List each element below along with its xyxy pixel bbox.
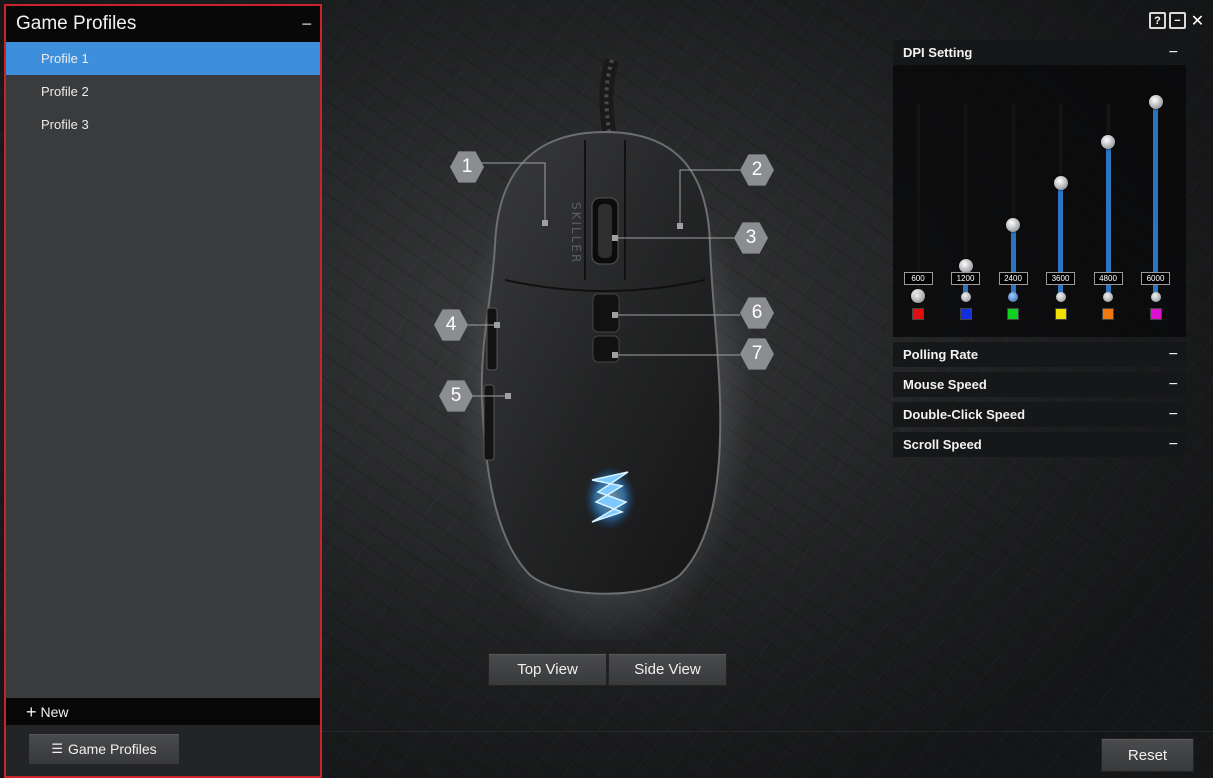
dpi-slider-knob-5[interactable] [1101, 134, 1115, 149]
collapse-icon: − [1168, 435, 1178, 453]
dpi-slider-fill [1153, 102, 1158, 300]
game-profiles-button[interactable]: ☰ Game Profiles [28, 733, 180, 765]
profile-item-1[interactable]: Profile 1 [6, 42, 320, 75]
mouse-illustration: SKILLER [455, 57, 755, 640]
minimize-icon[interactable]: − [1169, 12, 1186, 29]
game-profiles-header: Game Profiles − [6, 6, 320, 42]
dpi-color-swatch-1[interactable] [912, 308, 924, 320]
profile-item-2[interactable]: Profile 2 [6, 75, 320, 108]
double-click-speed-title: Double-Click Speed [903, 407, 1026, 422]
collapse-icon: − [1168, 43, 1178, 61]
dpi-slider-fill [1010, 224, 1016, 300]
new-profile-button[interactable]: + New [6, 698, 320, 725]
dpi-slider-track-4[interactable] [1058, 102, 1063, 300]
game-profiles-panel: Game Profiles − Profile 1 Profile 2 Prof… [4, 4, 322, 778]
bottom-divider [322, 731, 1213, 732]
dpi-radio-5[interactable] [1103, 292, 1113, 302]
dpi-slider-knob-6[interactable] [1148, 95, 1163, 109]
mouse-view: SKILLER 1 2 3 4 5 6 7 [330, 40, 870, 640]
plus-icon: + [26, 701, 37, 722]
dpi-sliders: 600 1200 2400 3600 4800 6000 [893, 65, 1186, 337]
profile-item-3[interactable]: Profile 3 [6, 108, 320, 141]
dpi-radio-1[interactable] [913, 292, 923, 302]
collapse-icon: − [1168, 405, 1178, 423]
dpi-value-6: 6000 [1141, 272, 1170, 285]
scroll-speed-title: Scroll Speed [903, 437, 982, 452]
profile-list: Profile 1 Profile 2 Profile 3 [6, 42, 320, 141]
help-icon[interactable]: ? [1149, 12, 1166, 29]
reset-button[interactable]: Reset [1101, 738, 1194, 772]
panel-title: Game Profiles [16, 13, 137, 34]
dpi-value-5: 4800 [1093, 272, 1123, 285]
dpi-value-4: 3600 [1046, 272, 1075, 285]
dpi-color-swatch-6[interactable] [1149, 308, 1162, 320]
double-click-speed-header[interactable]: Double-Click Speed − [893, 402, 1186, 427]
mouse-speed-section: Mouse Speed − [893, 372, 1186, 397]
top-view-button[interactable]: Top View [488, 653, 607, 686]
dpi-color-swatch-2[interactable] [959, 308, 972, 320]
dpi-slider-track-3[interactable] [1010, 102, 1016, 300]
polling-rate-header[interactable]: Polling Rate − [893, 342, 1186, 367]
side-view-button[interactable]: Side View [608, 653, 727, 686]
mouse-cable [599, 57, 619, 140]
new-profile-label: New [40, 703, 69, 720]
dpi-slider-track-1[interactable] [915, 102, 921, 300]
dpi-color-swatch-5[interactable] [1102, 308, 1114, 320]
collapse-icon: − [1168, 375, 1178, 393]
game-profiles-button-label: Game Profiles [67, 741, 157, 757]
left-footer: ☰ Game Profiles [6, 725, 320, 776]
settings-panel: DPI Setting − 600 1200 2400 3600 4800 6000 Po… [893, 40, 1186, 457]
double-click-speed-section: Double-Click Speed − [893, 402, 1186, 427]
dpi-value-1: 600 [903, 272, 933, 285]
dpi-value-2: 1200 [951, 272, 980, 285]
dpi-color-swatch-3[interactable] [1007, 308, 1019, 320]
brand-text: SKILLER [569, 202, 583, 264]
scroll-speed-header[interactable]: Scroll Speed − [893, 432, 1186, 457]
window-controls: ? − ✕ [1149, 12, 1206, 30]
list-icon: ☰ [51, 741, 63, 756]
close-icon[interactable]: ✕ [1189, 12, 1206, 30]
dpi-slider-knob-4[interactable] [1053, 176, 1068, 191]
dpi-radio-2[interactable] [960, 292, 971, 302]
dpi-setting-title: DPI Setting [903, 45, 973, 60]
dpi-slider-knob-3[interactable] [1006, 217, 1020, 232]
mouse-speed-header[interactable]: Mouse Speed − [893, 372, 1186, 397]
dpi-radio-4[interactable] [1055, 292, 1066, 302]
scroll-speed-section: Scroll Speed − [893, 432, 1186, 457]
collapse-icon: − [1168, 345, 1178, 363]
dpi-value-3: 2400 [998, 272, 1028, 285]
dpi-radio-3[interactable] [1008, 292, 1018, 302]
mouse-speed-title: Mouse Speed [903, 377, 987, 392]
dpi-radio-6[interactable] [1150, 292, 1161, 302]
dpi-slider-track-5[interactable] [1105, 102, 1111, 300]
collapse-panel-button[interactable]: − [301, 15, 312, 33]
polling-rate-title: Polling Rate [903, 347, 979, 362]
dpi-slider-track-6[interactable] [1153, 102, 1158, 300]
dpi-setting-header[interactable]: DPI Setting − [893, 40, 1186, 65]
dpi-color-swatch-4[interactable] [1054, 308, 1067, 320]
polling-rate-section: Polling Rate − [893, 342, 1186, 367]
